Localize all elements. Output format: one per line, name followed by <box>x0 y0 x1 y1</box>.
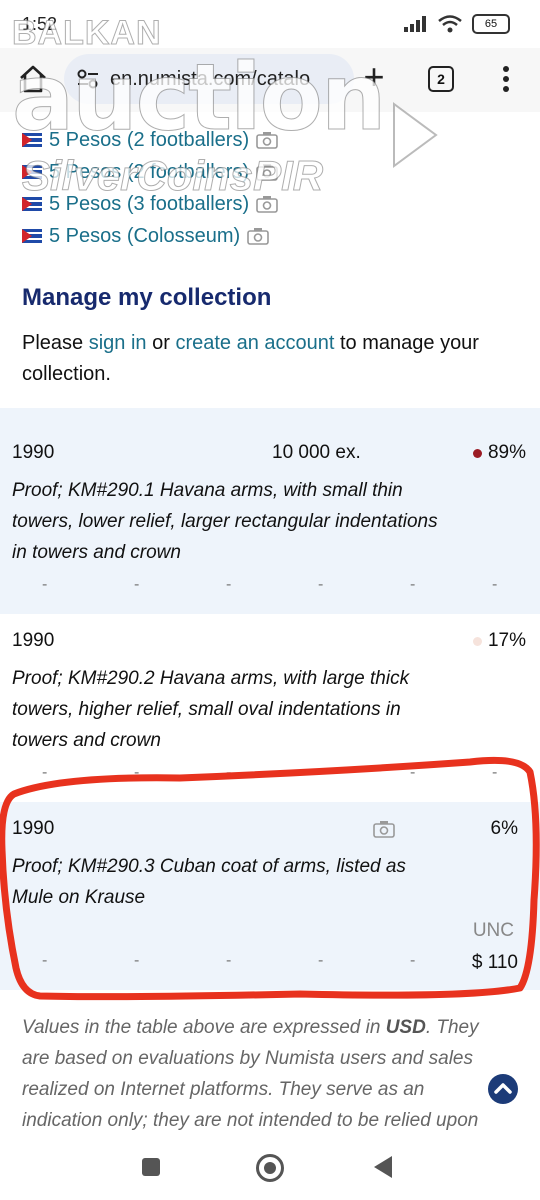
values-disclaimer: Values in the table above are expressed … <box>22 1012 508 1136</box>
address-bar[interactable]: en.numista.com/catalo <box>64 54 354 104</box>
grade-label: UNC <box>472 920 514 941</box>
camera-icon <box>256 164 278 181</box>
related-link[interactable]: 5 Pesos (Colosseum) <box>22 220 279 252</box>
variety-row: 1990 17% Proof; KM#290.2 Havana arms, wi… <box>0 614 540 802</box>
sign-in-link[interactable]: sign in <box>89 332 147 354</box>
row-percent-value: 6% <box>490 818 518 839</box>
camera-icon[interactable] <box>372 820 396 838</box>
note-currency: USD <box>385 1017 426 1038</box>
related-link-label[interactable]: 5 Pesos (3 footballers) <box>49 193 249 216</box>
rarity-dot-icon <box>472 448 482 458</box>
row-percent: 89% <box>472 442 526 464</box>
camera-icon <box>256 196 278 213</box>
manage-text-mid: or <box>146 332 176 354</box>
watermark-play-icon <box>393 102 438 168</box>
price-cell: - <box>42 576 48 593</box>
home-icon[interactable] <box>16 62 50 96</box>
price-cell: - <box>42 764 48 781</box>
signal-icon <box>404 16 426 32</box>
cuba-flag-icon <box>22 133 42 147</box>
battery-icon: 65 <box>472 14 510 34</box>
related-link-label[interactable]: 5 Pesos (Colosseum) <box>49 225 240 248</box>
wifi-icon <box>438 15 462 33</box>
price-cell: - <box>492 764 498 781</box>
note-before: Values in the table above are expressed … <box>22 1017 386 1038</box>
system-nav-bar <box>0 1136 540 1200</box>
row-price-grid: - - - - - - <box>0 576 540 600</box>
browser-toolbar: en.numista.com/catalo + 2 <box>0 48 540 112</box>
chevron-up-icon <box>494 1083 512 1094</box>
related-link[interactable]: 5 Pesos (2 footballers) <box>22 156 279 188</box>
new-tab-button[interactable]: + <box>358 59 390 96</box>
clock: 1:52 <box>22 14 58 34</box>
more-menu-icon[interactable] <box>498 64 514 94</box>
cuba-flag-icon <box>22 229 42 243</box>
price-cell: - <box>42 952 48 969</box>
price-cell: - <box>492 576 498 593</box>
manage-collection-text: Please sign in or create an account to m… <box>22 328 502 390</box>
related-link-label[interactable]: 5 Pesos (2 footballers) <box>49 129 249 152</box>
back-nav-icon[interactable] <box>374 1156 392 1178</box>
rarity-dot-icon <box>472 636 482 646</box>
price-cell: - <box>226 952 232 969</box>
row-description: Proof; KM#290.1 Havana arms, with small … <box>12 480 438 563</box>
price-cell: - <box>410 576 416 593</box>
site-settings-icon[interactable] <box>76 68 100 90</box>
recent-apps-icon[interactable] <box>142 1158 160 1176</box>
status-icons: 65 <box>404 14 510 34</box>
create-account-link[interactable]: create an account <box>175 332 334 354</box>
row-year: 1990 <box>12 630 55 651</box>
row-mintage: 10 000 ex. <box>272 442 361 463</box>
price-cell: - <box>410 952 416 969</box>
price-cell: - <box>410 764 416 781</box>
tab-switcher-button[interactable]: 2 <box>428 66 454 92</box>
row-percent-value: 89% <box>487 442 526 463</box>
row-description: Proof; KM#290.3 Cuban coat of arms, list… <box>12 856 406 908</box>
camera-icon <box>247 228 269 245</box>
row-percent: 17% <box>472 630 526 652</box>
camera-icon <box>256 132 278 149</box>
row-percent-value: 17% <box>487 630 526 651</box>
cuba-flag-icon <box>22 165 42 179</box>
variety-row: 1990 6% Proof; KM#290.3 Cuban coat of ar… <box>0 802 540 990</box>
price-cell: - <box>318 764 324 781</box>
url-text: en.numista.com/catalo <box>110 68 311 90</box>
row-year: 1990 <box>12 818 55 839</box>
row-description: Proof; KM#290.2 Havana arms, with large … <box>12 668 410 751</box>
price-cell: - <box>134 952 140 969</box>
row-year: 1990 <box>12 442 55 463</box>
price-cell: - <box>318 952 324 969</box>
cuba-flag-icon <box>22 197 42 211</box>
price-cell: - <box>318 576 324 593</box>
variety-row: 1990 10 000 ex. 89% Proof; KM#290.1 Hava… <box>0 408 540 614</box>
price-cell: - <box>134 576 140 593</box>
related-link[interactable]: 5 Pesos (2 footballers) <box>22 124 279 156</box>
row-percent: 6% <box>491 818 518 840</box>
related-link[interactable]: 5 Pesos (3 footballers) <box>22 188 279 220</box>
row-price-grid: - - - - - - <box>0 764 540 788</box>
scroll-to-top-button[interactable] <box>488 1074 518 1104</box>
row-price-grid: - - - - - <box>0 952 540 976</box>
unc-price: $ 110 <box>471 952 518 973</box>
home-nav-icon[interactable] <box>256 1154 284 1182</box>
related-coin-links: 5 Pesos (2 footballers) 5 Pesos (2 footb… <box>22 124 279 252</box>
status-bar: 1:52 65 <box>0 0 540 48</box>
price-cell: - <box>134 764 140 781</box>
related-link-label[interactable]: 5 Pesos (2 footballers) <box>49 161 249 184</box>
price-cell: - <box>226 764 232 781</box>
manage-text-before: Please <box>22 332 89 354</box>
manage-collection-heading: Manage my collection <box>22 284 272 311</box>
price-cell: - <box>226 576 232 593</box>
